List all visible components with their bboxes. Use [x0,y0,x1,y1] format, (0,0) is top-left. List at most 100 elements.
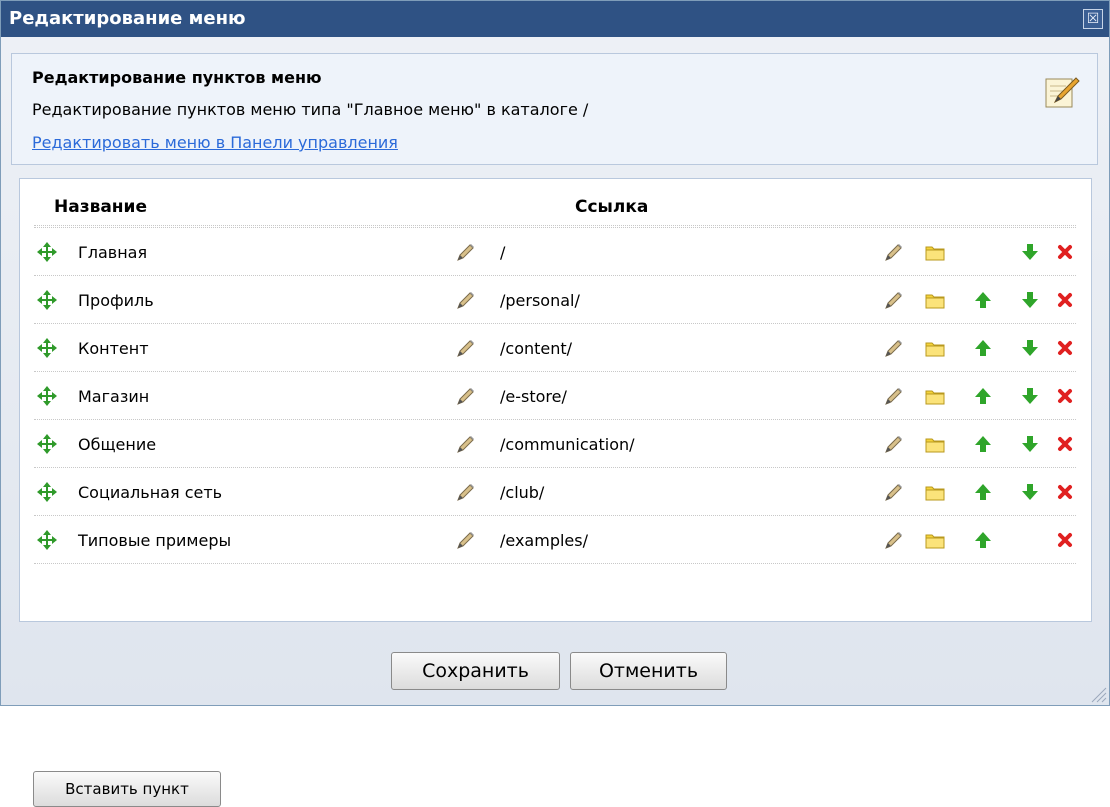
move-up-icon[interactable] [972,289,994,311]
browse-folder-icon[interactable] [924,228,946,276]
move-up-icon[interactable] [972,433,994,455]
edit-name-icon[interactable] [454,372,476,420]
browse-folder-icon[interactable] [924,433,946,455]
delete-item-icon[interactable] [1054,433,1076,455]
save-button[interactable]: Сохранить [391,652,560,690]
delete-item-icon[interactable] [1054,241,1076,263]
edit-link-icon[interactable] [882,385,904,407]
control-panel-link[interactable]: Редактировать меню в Панели управления [32,133,398,152]
drag-handle-icon[interactable] [36,228,58,276]
drag-handle-icon[interactable] [36,481,58,503]
edit-name-icon[interactable] [454,228,476,276]
move-up-icon[interactable] [972,481,994,503]
drag-handle-icon[interactable] [36,241,58,263]
move-down-icon[interactable] [1019,241,1041,263]
delete-item-icon[interactable] [1054,276,1076,324]
browse-folder-icon[interactable] [924,337,946,359]
move-down-icon[interactable] [1019,276,1041,324]
move-up-icon[interactable] [972,529,994,551]
edit-link-icon[interactable] [882,241,904,263]
drag-handle-icon[interactable] [36,324,58,372]
delete-item-icon[interactable] [1054,337,1076,359]
edit-link-icon[interactable] [882,337,904,359]
move-down-icon[interactable] [1019,372,1041,420]
browse-folder-icon[interactable] [924,372,946,420]
edit-name-icon[interactable] [454,433,476,455]
edit-link-icon[interactable] [882,468,904,516]
edit-link-icon[interactable] [882,324,904,372]
browse-folder-icon[interactable] [924,516,946,564]
edit-link-icon[interactable] [882,372,904,420]
edit-name-icon[interactable] [454,241,476,263]
edit-name-icon[interactable] [454,276,476,324]
move-down-icon[interactable] [1019,468,1041,516]
delete-item-icon[interactable] [1054,529,1076,551]
move-down-icon[interactable] [1019,385,1041,407]
edit-name-icon[interactable] [454,337,476,359]
edit-name-icon[interactable] [454,420,476,468]
delete-item-icon[interactable] [1054,481,1076,503]
move-down-icon[interactable] [1019,289,1041,311]
move-down-icon[interactable] [1019,433,1041,455]
browse-folder-icon[interactable] [924,385,946,407]
edit-name-icon[interactable] [454,468,476,516]
drag-handle-icon[interactable] [36,433,58,455]
move-down-icon[interactable] [1019,337,1041,359]
browse-folder-icon[interactable] [924,289,946,311]
browse-folder-icon[interactable] [924,420,946,468]
move-up-icon[interactable] [972,337,994,359]
edit-name-icon[interactable] [454,516,476,564]
move-down-icon[interactable] [1019,324,1041,372]
delete-item-icon[interactable] [1054,468,1076,516]
drag-handle-icon[interactable] [36,276,58,324]
edit-link-icon[interactable] [882,289,904,311]
delete-item-icon[interactable] [1054,420,1076,468]
edit-name-icon[interactable] [454,324,476,372]
drag-handle-icon[interactable] [36,468,58,516]
browse-folder-icon[interactable] [924,529,946,551]
delete-item-icon[interactable] [1054,372,1076,420]
edit-name-icon[interactable] [454,481,476,503]
drag-handle-icon[interactable] [36,529,58,551]
close-button[interactable]: ☒ [1083,9,1103,29]
delete-item-icon[interactable] [1054,324,1076,372]
edit-name-icon[interactable] [454,289,476,311]
move-up-icon[interactable] [972,516,994,564]
move-down-icon[interactable] [1019,481,1041,503]
move-down-icon[interactable] [1019,228,1041,276]
browse-folder-icon[interactable] [924,468,946,516]
drag-handle-icon[interactable] [36,385,58,407]
delete-item-icon[interactable] [1054,289,1076,311]
delete-item-icon[interactable] [1054,385,1076,407]
insert-item-button[interactable]: Вставить пункт [33,771,221,807]
browse-folder-icon[interactable] [924,481,946,503]
edit-name-icon[interactable] [454,529,476,551]
drag-handle-icon[interactable] [36,289,58,311]
move-up-icon[interactable] [972,276,994,324]
edit-link-icon[interactable] [882,516,904,564]
edit-link-icon[interactable] [882,433,904,455]
edit-link-icon[interactable] [882,276,904,324]
drag-handle-icon[interactable] [36,516,58,564]
move-up-icon[interactable] [972,468,994,516]
edit-link-icon[interactable] [882,228,904,276]
resize-grip-icon[interactable] [1087,683,1107,703]
drag-handle-icon[interactable] [36,372,58,420]
move-up-icon[interactable] [972,324,994,372]
delete-item-icon[interactable] [1054,228,1076,276]
move-up-icon[interactable] [972,372,994,420]
drag-handle-icon[interactable] [36,420,58,468]
browse-folder-icon[interactable] [924,276,946,324]
move-up-icon[interactable] [972,385,994,407]
cancel-button[interactable]: Отменить [570,652,727,690]
drag-handle-icon[interactable] [36,337,58,359]
browse-folder-icon[interactable] [924,241,946,263]
move-up-icon[interactable] [972,420,994,468]
edit-link-icon[interactable] [882,420,904,468]
browse-folder-icon[interactable] [924,324,946,372]
edit-link-icon[interactable] [882,481,904,503]
move-down-icon[interactable] [1019,420,1041,468]
edit-name-icon[interactable] [454,385,476,407]
delete-item-icon[interactable] [1054,516,1076,564]
edit-link-icon[interactable] [882,529,904,551]
